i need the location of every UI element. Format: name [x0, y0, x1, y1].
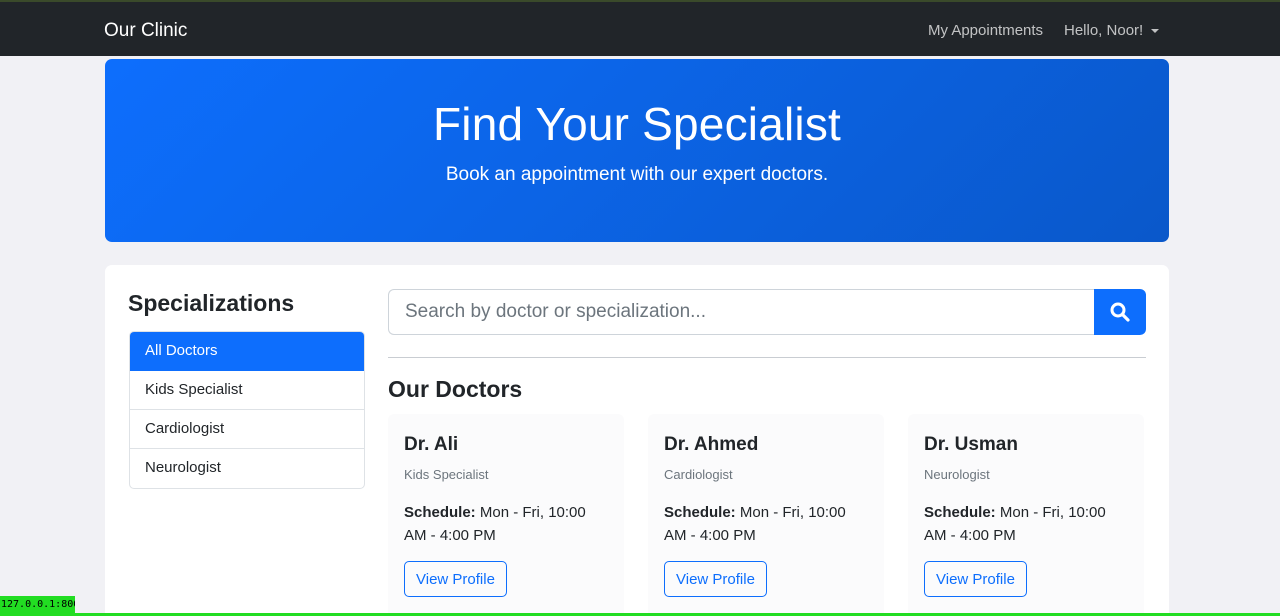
- section-divider: [388, 357, 1146, 358]
- search-button[interactable]: [1094, 289, 1146, 335]
- doctor-card: Dr. Ali Kids Specialist Schedule: Mon - …: [388, 414, 624, 616]
- doctor-name: Dr. Ahmed: [664, 434, 759, 455]
- hero-title: Find Your Specialist: [432, 98, 842, 150]
- caret-down-icon: [1151, 29, 1160, 34]
- user-menu-dropdown[interactable]: Hello, Noor!: [1064, 22, 1160, 39]
- doctor-name: Dr. Ali: [404, 434, 459, 455]
- doctor-specialization: Kids Specialist: [404, 467, 489, 482]
- doctor-schedule: Schedule: Mon - Fri, 10:00 AM - 4:00 PM: [664, 501, 864, 547]
- schedule-label: Schedule:: [664, 504, 736, 521]
- top-navbar: Our Clinic My Appointments Hello, Noor!: [0, 0, 1280, 56]
- spec-item-cardiologist[interactable]: Cardiologist: [130, 410, 364, 449]
- search-input[interactable]: [388, 289, 1096, 335]
- doctor-card: Dr. Ahmed Cardiologist Schedule: Mon - F…: [648, 414, 884, 616]
- spec-item-neurologist[interactable]: Neurologist: [130, 449, 364, 488]
- specializations-list: All Doctors Kids Specialist Cardiologist…: [129, 331, 365, 489]
- doctor-name: Dr. Usman: [924, 434, 1018, 455]
- hero-subtitle: Book an appointment with our expert doct…: [445, 164, 829, 185]
- doctor-specialization: Cardiologist: [664, 467, 733, 482]
- hero-banner: Find Your Specialist Book an appointment…: [105, 59, 1169, 242]
- schedule-label: Schedule:: [404, 504, 476, 521]
- specializations-heading: Specializations: [128, 290, 295, 316]
- view-profile-button[interactable]: View Profile: [404, 561, 507, 597]
- our-doctors-heading: Our Doctors: [388, 376, 523, 402]
- spec-item-all-doctors[interactable]: All Doctors: [130, 332, 364, 371]
- my-appointments-link[interactable]: My Appointments: [928, 22, 1043, 39]
- doctor-schedule: Schedule: Mon - Fri, 10:00 AM - 4:00 PM: [924, 501, 1124, 547]
- brand-link[interactable]: Our Clinic: [104, 20, 187, 42]
- doctor-card: Dr. Usman Neurologist Schedule: Mon - Fr…: [908, 414, 1144, 616]
- doctor-specialization: Neurologist: [924, 467, 990, 482]
- doctor-schedule: Schedule: Mon - Fri, 10:00 AM - 4:00 PM: [404, 501, 604, 547]
- search-icon: [1110, 302, 1130, 322]
- spec-item-kids-specialist[interactable]: Kids Specialist: [130, 371, 364, 410]
- status-url-tag: 127.0.0.1:8000: [0, 596, 75, 613]
- view-profile-button[interactable]: View Profile: [924, 561, 1027, 597]
- user-greeting: Hello, Noor!: [1064, 22, 1144, 39]
- view-profile-button[interactable]: View Profile: [664, 561, 767, 597]
- schedule-label: Schedule:: [924, 504, 996, 521]
